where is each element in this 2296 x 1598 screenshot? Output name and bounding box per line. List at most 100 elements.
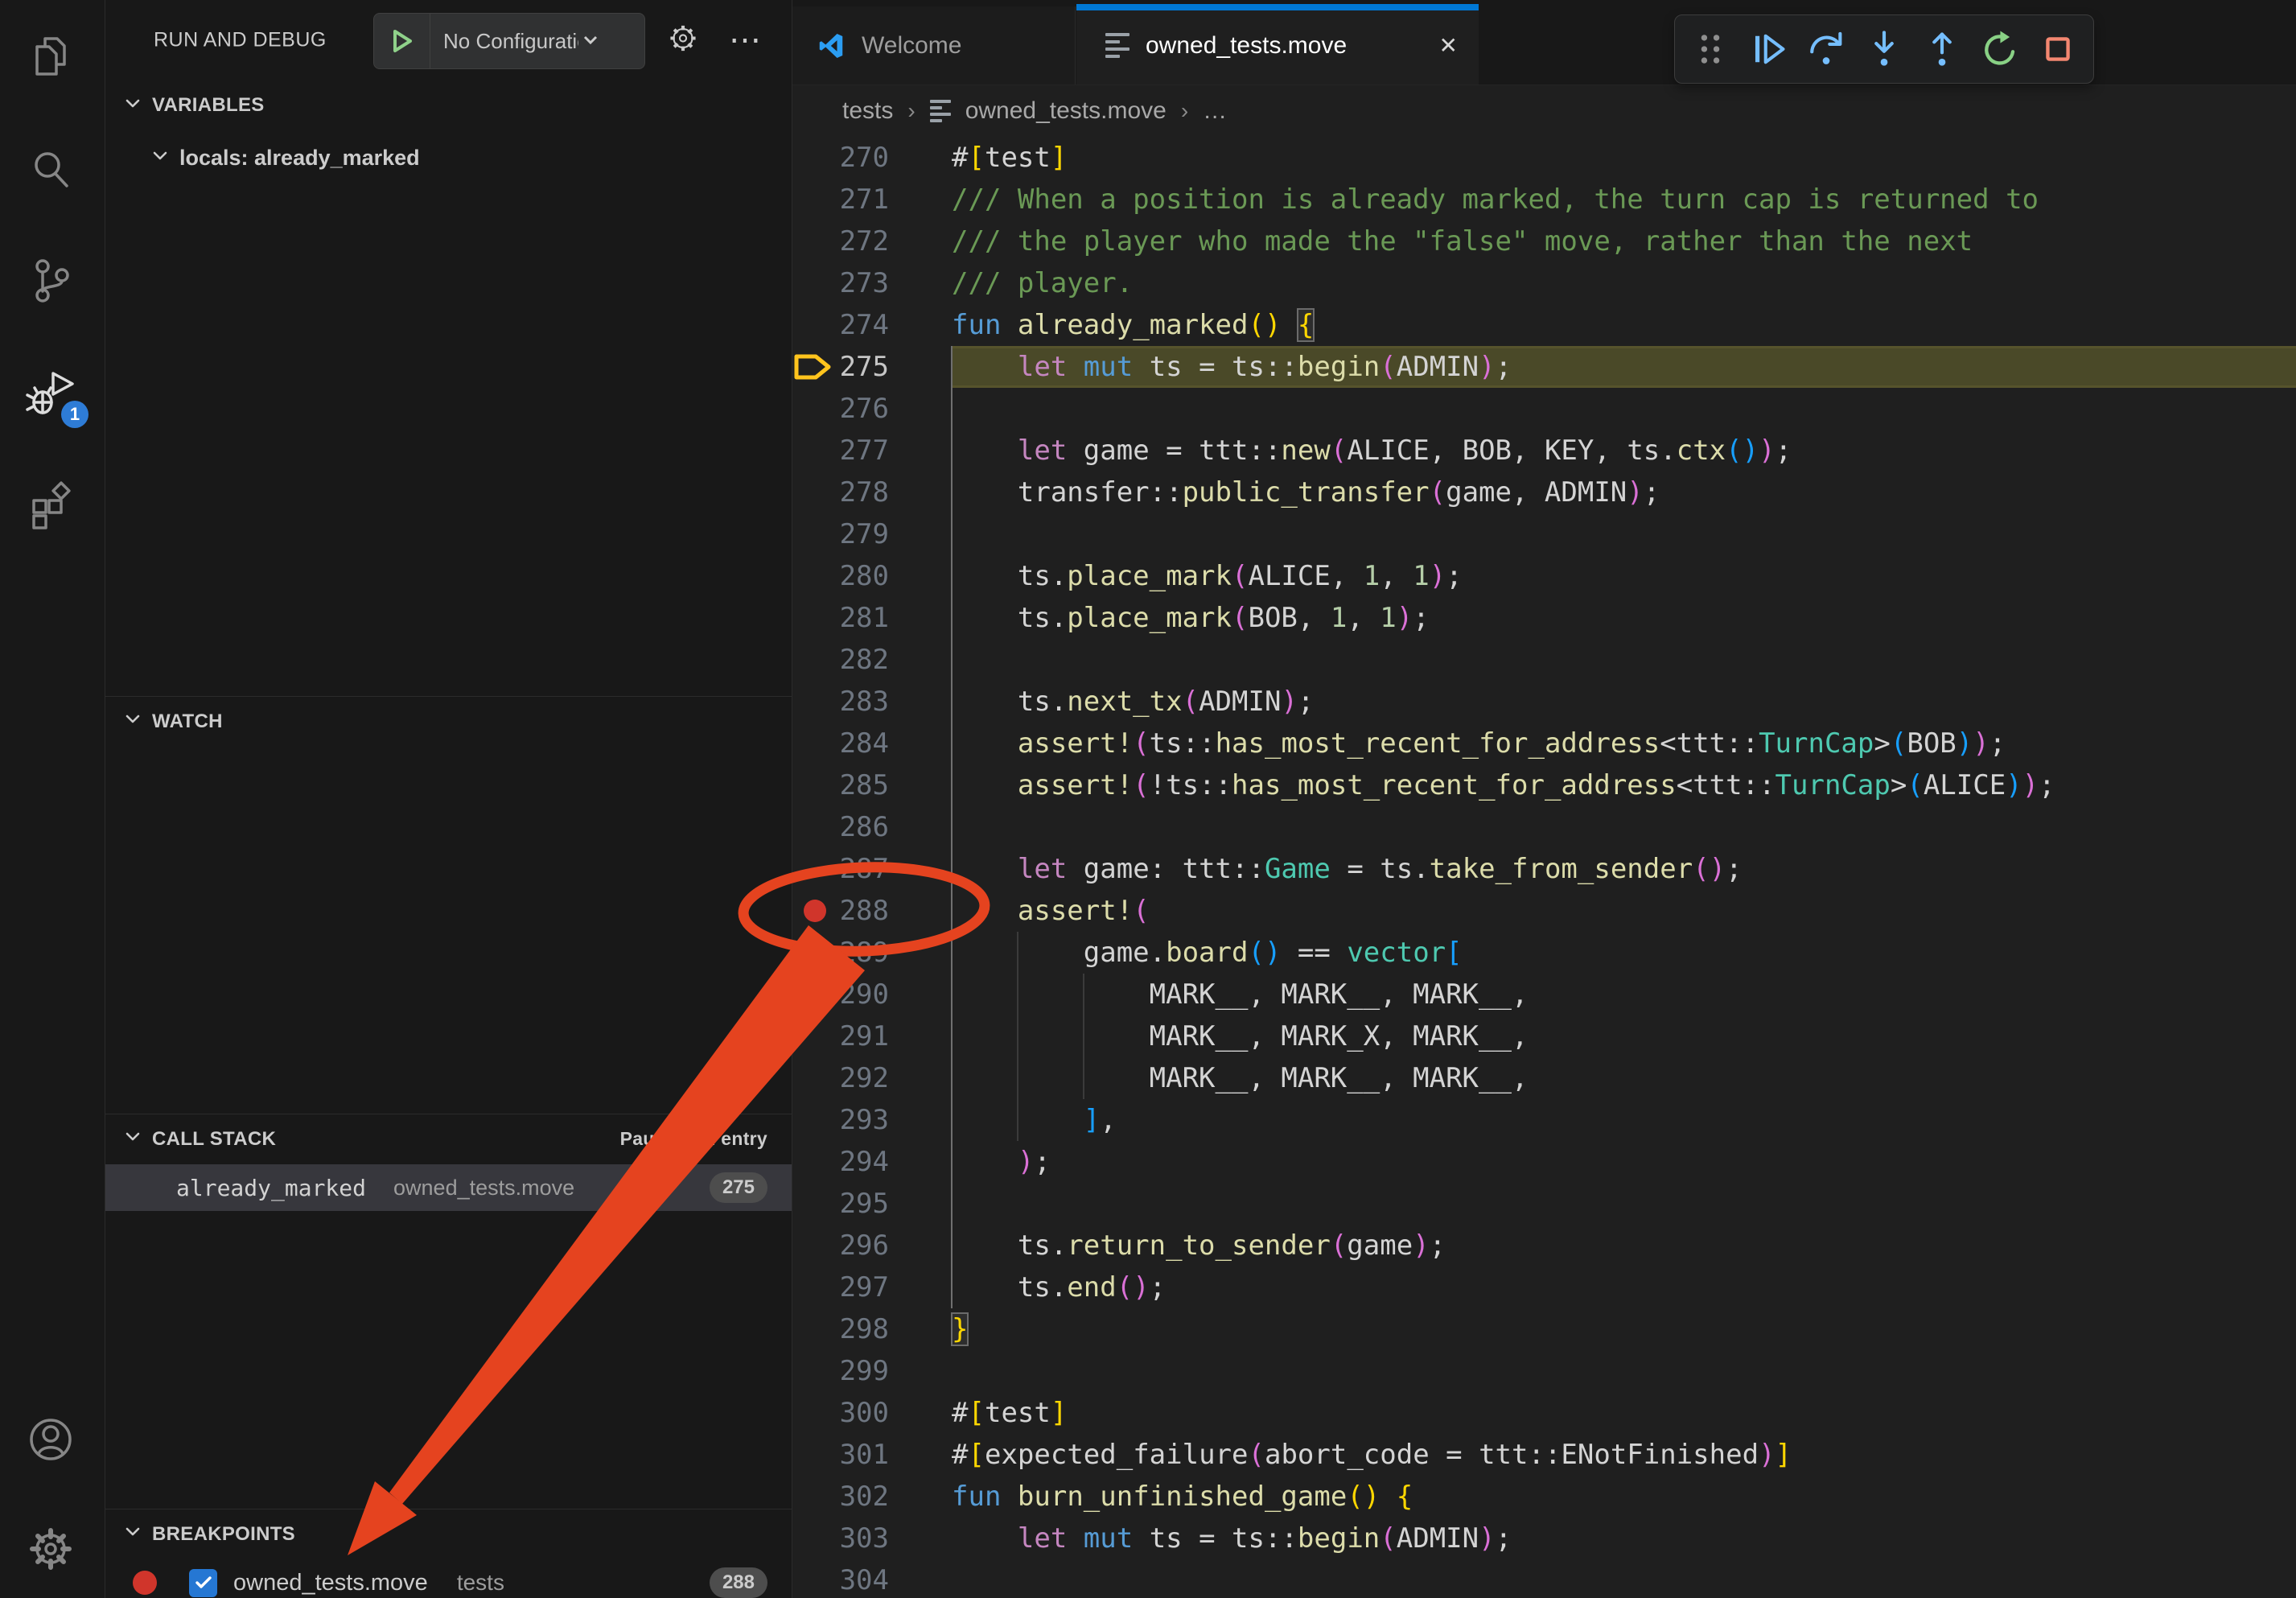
continue-button[interactable] [1744,25,1792,73]
code-line-293[interactable]: 293 ], [792,1099,2296,1141]
code-line-295[interactable]: 295 [792,1183,2296,1225]
line-number[interactable]: 297 [792,1266,889,1308]
tab-owned-tests-move[interactable]: owned_tests.move ✕ [1076,6,1479,84]
line-number[interactable]: 274 [792,304,889,346]
line-number[interactable]: 276 [792,388,889,430]
tab-welcome[interactable]: Welcome [792,6,1076,84]
code-line-302[interactable]: 302fun burn_unfinished_game() { [792,1476,2296,1518]
line-number[interactable]: 271 [792,179,889,220]
line-number[interactable]: 272 [792,220,889,262]
variables-scope-locals[interactable]: locals: already_marked [105,135,792,180]
breakpoint-checkbox[interactable] [189,1569,217,1597]
code-line-276[interactable]: 276 [792,388,2296,430]
line-number[interactable]: 282 [792,639,889,681]
code-line-298[interactable]: 298} [792,1308,2296,1350]
watch-section-header[interactable]: WATCH [105,696,792,746]
line-number[interactable]: 285 [792,764,889,806]
code-area[interactable]: 270#[test]271/// When a position is alre… [792,137,2296,1598]
more-actions-icon[interactable]: ⋯ [729,22,763,59]
run-and-debug-icon[interactable]: 1 [26,369,79,422]
launch-config-dropdown[interactable]: No Configurations [373,13,645,69]
line-number[interactable]: 291 [792,1015,889,1057]
accounts-icon[interactable] [26,1415,79,1468]
line-number[interactable]: 292 [792,1057,889,1099]
code-line-277[interactable]: 277 let game = ttt::new(ALICE, BOB, KEY,… [792,430,2296,472]
stop-button[interactable] [2034,25,2082,73]
breakpoints-section-header[interactable]: BREAKPOINTS [105,1509,792,1559]
close-icon[interactable]: ✕ [1439,32,1458,59]
code-line-300[interactable]: 300#[test] [792,1392,2296,1434]
line-number[interactable]: 279 [792,513,889,555]
code-line-272[interactable]: 272/// the player who made the "false" m… [792,220,2296,262]
code-line-282[interactable]: 282 [792,639,2296,681]
step-over-button[interactable] [1802,25,1850,73]
breakpoint-list-item[interactable]: owned_tests.move tests 288 [105,1561,792,1598]
line-number[interactable]: 304 [792,1559,889,1598]
restart-button[interactable] [1976,25,2024,73]
line-number[interactable]: 296 [792,1225,889,1266]
code-line-281[interactable]: 281 ts.place_mark(BOB, 1, 1); [792,597,2296,639]
code-line-275[interactable]: 275 let mut ts = ts::begin(ADMIN); [792,346,2296,388]
code-line-270[interactable]: 270#[test] [792,137,2296,179]
step-into-button[interactable] [1860,25,1908,73]
line-number[interactable]: 281 [792,597,889,639]
code-line-286[interactable]: 286 [792,806,2296,848]
variables-section-header[interactable]: VARIABLES [105,80,792,130]
start-debugging-button[interactable] [374,14,430,68]
line-number[interactable]: 277 [792,430,889,472]
code-line-296[interactable]: 296 ts.return_to_sender(game); [792,1225,2296,1266]
code-line-294[interactable]: 294 ); [792,1141,2296,1183]
code-line-303[interactable]: 303 let mut ts = ts::begin(ADMIN); [792,1518,2296,1559]
code-line-299[interactable]: 299 [792,1350,2296,1392]
code-line-290[interactable]: 290 MARK__, MARK__, MARK__, [792,974,2296,1015]
line-number[interactable]: 290 [792,974,889,1015]
line-number[interactable]: 300 [792,1392,889,1434]
breadcrumb-item-symbol[interactable]: … [1203,97,1227,125]
line-number[interactable]: 280 [792,555,889,597]
code-line-273[interactable]: 273/// player. [792,262,2296,304]
call-stack-frame[interactable]: already_marked owned_tests.move 275 [105,1164,792,1211]
line-number[interactable]: 273 [792,262,889,304]
breadcrumb-item-tests[interactable]: tests [842,97,893,125]
code-line-278[interactable]: 278 transfer::public_transfer(game, ADMI… [792,472,2296,513]
line-number[interactable]: 270 [792,137,889,179]
line-number[interactable]: 278 [792,472,889,513]
source-control-icon[interactable] [26,256,79,309]
code-line-304[interactable]: 304 [792,1559,2296,1598]
line-number[interactable]: 286 [792,806,889,848]
drag-handle-icon[interactable] [1686,25,1734,73]
line-number[interactable]: 298 [792,1308,889,1350]
code-line-287[interactable]: 287 let game: ttt::Game = ts.take_from_s… [792,848,2296,890]
code-line-291[interactable]: 291 MARK__, MARK_X, MARK__, [792,1015,2296,1057]
code-editor[interactable]: 270#[test]271/// When a position is alre… [792,137,2296,1598]
settings-gear-icon[interactable] [26,1524,79,1577]
line-number[interactable]: 284 [792,723,889,764]
code-line-283[interactable]: 283 ts.next_tx(ADMIN); [792,681,2296,723]
code-line-285[interactable]: 285 assert!(!ts::has_most_recent_for_add… [792,764,2296,806]
code-line-271[interactable]: 271/// When a position is already marked… [792,179,2296,220]
explorer-icon[interactable] [26,32,79,85]
search-icon[interactable] [26,145,79,198]
line-number[interactable]: 302 [792,1476,889,1518]
breakpoint-dot[interactable] [804,900,826,922]
code-line-279[interactable]: 279 [792,513,2296,555]
line-number[interactable]: 299 [792,1350,889,1392]
line-number[interactable]: 303 [792,1518,889,1559]
line-number[interactable]: 293 [792,1099,889,1141]
code-line-301[interactable]: 301#[expected_failure(abort_code = ttt::… [792,1434,2296,1476]
code-line-274[interactable]: 274fun already_marked() { [792,304,2296,346]
code-line-284[interactable]: 284 assert!(ts::has_most_recent_for_addr… [792,723,2296,764]
line-number[interactable]: 295 [792,1183,889,1225]
code-line-297[interactable]: 297 ts.end(); [792,1266,2296,1308]
code-line-289[interactable]: 289 game.board() == vector[ [792,932,2296,974]
breadcrumb-item-file[interactable]: owned_tests.move [965,97,1167,125]
line-number[interactable]: 287 [792,848,889,890]
debug-settings-gear-icon[interactable] [666,22,700,60]
code-line-280[interactable]: 280 ts.place_mark(ALICE, 1, 1); [792,555,2296,597]
line-number[interactable]: 294 [792,1141,889,1183]
call-stack-section-header[interactable]: CALL STACK Paused on entry [105,1114,792,1163]
line-number[interactable]: 289 [792,932,889,974]
code-line-288[interactable]: 288 assert!( [792,890,2296,932]
code-line-292[interactable]: 292 MARK__, MARK__, MARK__, [792,1057,2296,1099]
line-number[interactable]: 283 [792,681,889,723]
